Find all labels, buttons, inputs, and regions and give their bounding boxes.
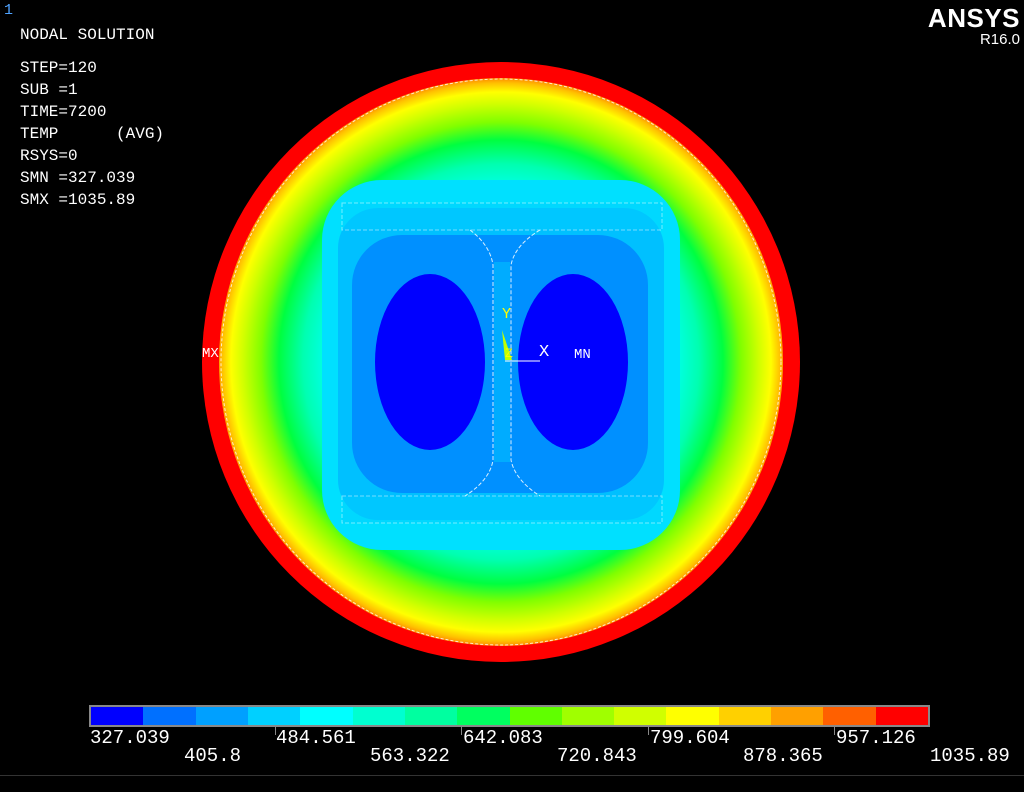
legend-swatch-7	[404, 707, 458, 725]
legend-label-9: 957.126	[836, 727, 916, 749]
legend-swatch-12	[666, 707, 719, 725]
legend-swatch-6	[352, 707, 405, 725]
legend-label-10: 1035.89	[930, 745, 1010, 767]
axis-z-label: Z	[505, 346, 513, 361]
bottom-divider	[0, 775, 1024, 776]
legend-swatch-14	[771, 707, 824, 725]
legend-swatch-15	[823, 707, 876, 725]
legend-tick	[461, 727, 462, 735]
legend-label-8: 878.365	[743, 745, 823, 767]
legend-label-3: 484.561	[276, 727, 356, 749]
contour-plot[interactable]: Y X Z MX MN	[0, 0, 1024, 700]
legend-swatch-9	[509, 707, 562, 725]
legend-swatch-2	[143, 707, 196, 725]
legend-swatch-11	[614, 707, 667, 725]
legend-swatch-4	[247, 707, 301, 725]
axis-y-label: Y	[502, 306, 511, 323]
i-beam-web	[494, 262, 510, 462]
legend-swatch-10	[561, 707, 615, 725]
legend-swatch-16	[875, 707, 928, 725]
legend-tick	[648, 727, 649, 735]
min-marker: MN	[574, 347, 591, 363]
cold-zone-left	[375, 274, 485, 450]
legend-swatch-3	[195, 707, 248, 725]
contour-legend	[89, 705, 930, 727]
cold-zone-right	[518, 274, 628, 450]
legend-label-7: 799.604	[650, 727, 730, 749]
legend-label-4: 563.322	[370, 745, 450, 767]
legend-tick	[834, 727, 835, 735]
axis-x-label: X	[539, 343, 549, 362]
legend-swatch-1	[91, 707, 144, 725]
legend-label-6: 720.843	[557, 745, 637, 767]
max-marker: MX	[202, 346, 219, 362]
graphics-window[interactable]: 1 ANSYS R16.0 NODAL SOLUTION STEP=120 SU…	[0, 0, 1024, 792]
legend-label-1: 327.039	[90, 727, 170, 749]
legend-label-2: 405.8	[184, 745, 242, 767]
legend-swatch-5	[300, 707, 353, 725]
legend-label-5: 642.083	[463, 727, 543, 749]
legend-swatch-8	[457, 707, 510, 725]
legend-swatch-13	[718, 707, 772, 725]
